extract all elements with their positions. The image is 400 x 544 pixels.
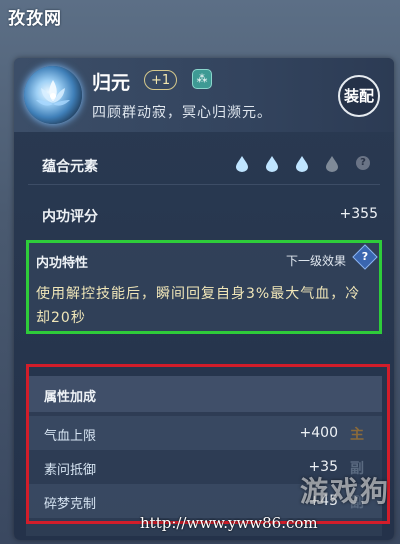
attribute-name: 气血上限 — [44, 429, 97, 444]
element-drop-icon — [266, 156, 278, 172]
gem-description: 四顾群动寂，冥心归濒元。 — [92, 105, 272, 121]
attribute-name: 碎梦克制 — [44, 497, 97, 512]
attribute-tag: 主 — [350, 427, 364, 443]
element-drop-icon — [236, 156, 248, 172]
site-logo-watermark: 游戏狗 — [300, 475, 391, 508]
unknown-element-icon: ? — [356, 156, 370, 170]
lotus-icon — [36, 80, 70, 106]
level-badge: +1 — [144, 70, 178, 90]
trait-title: 内功特性 — [36, 256, 89, 271]
trait-description: 使用解控技能后，瞬间回复自身3%最大气血，冷却20秒 — [36, 286, 361, 326]
gem-detail-card: 归元 +1 ⁂ 四顾群动寂，冥心归濒元。 装配 蕴合元素 ? 内功评分 +355… — [14, 58, 394, 540]
gem-name: 归元 — [92, 72, 131, 94]
attribute-name: 素问抵御 — [44, 463, 97, 478]
attribute-row: 气血上限 +400 主 — [26, 416, 382, 450]
attribute-title: 属性加成 — [44, 390, 97, 405]
next-level-effect-link[interactable]: 下一级效果 — [286, 252, 346, 269]
elements-label: 蕴合元素 — [42, 159, 98, 175]
attribute-panel: 属性加成 气血上限 +400 主 素问抵御 +35 副 碎梦克制 +45 副 — [26, 376, 382, 536]
score-label: 内功评分 — [42, 209, 98, 225]
watermark-text: 孜孜网 — [8, 9, 62, 29]
gem-header: 归元 +1 ⁂ 四顾群动寂，冥心归濒元。 装配 — [14, 58, 394, 132]
trait-panel: 内功特性 下一级效果 ? 使用解控技能后，瞬间回复自身3%最大气血，冷却20秒 — [26, 240, 382, 334]
element-drop-icon — [296, 156, 308, 172]
equip-button[interactable]: 装配 — [338, 75, 380, 117]
help-icon[interactable]: ? — [352, 244, 378, 270]
element-drop-icon — [326, 156, 338, 172]
gem-icon — [24, 66, 82, 124]
divider — [28, 184, 380, 185]
attribute-header: 属性加成 — [26, 376, 382, 412]
attribute-value: +400 — [299, 425, 338, 441]
score-value: +355 — [339, 206, 378, 222]
url-watermark: http://www.yww86.com — [140, 514, 318, 532]
gem-type-icon: ⁂ — [192, 69, 212, 89]
